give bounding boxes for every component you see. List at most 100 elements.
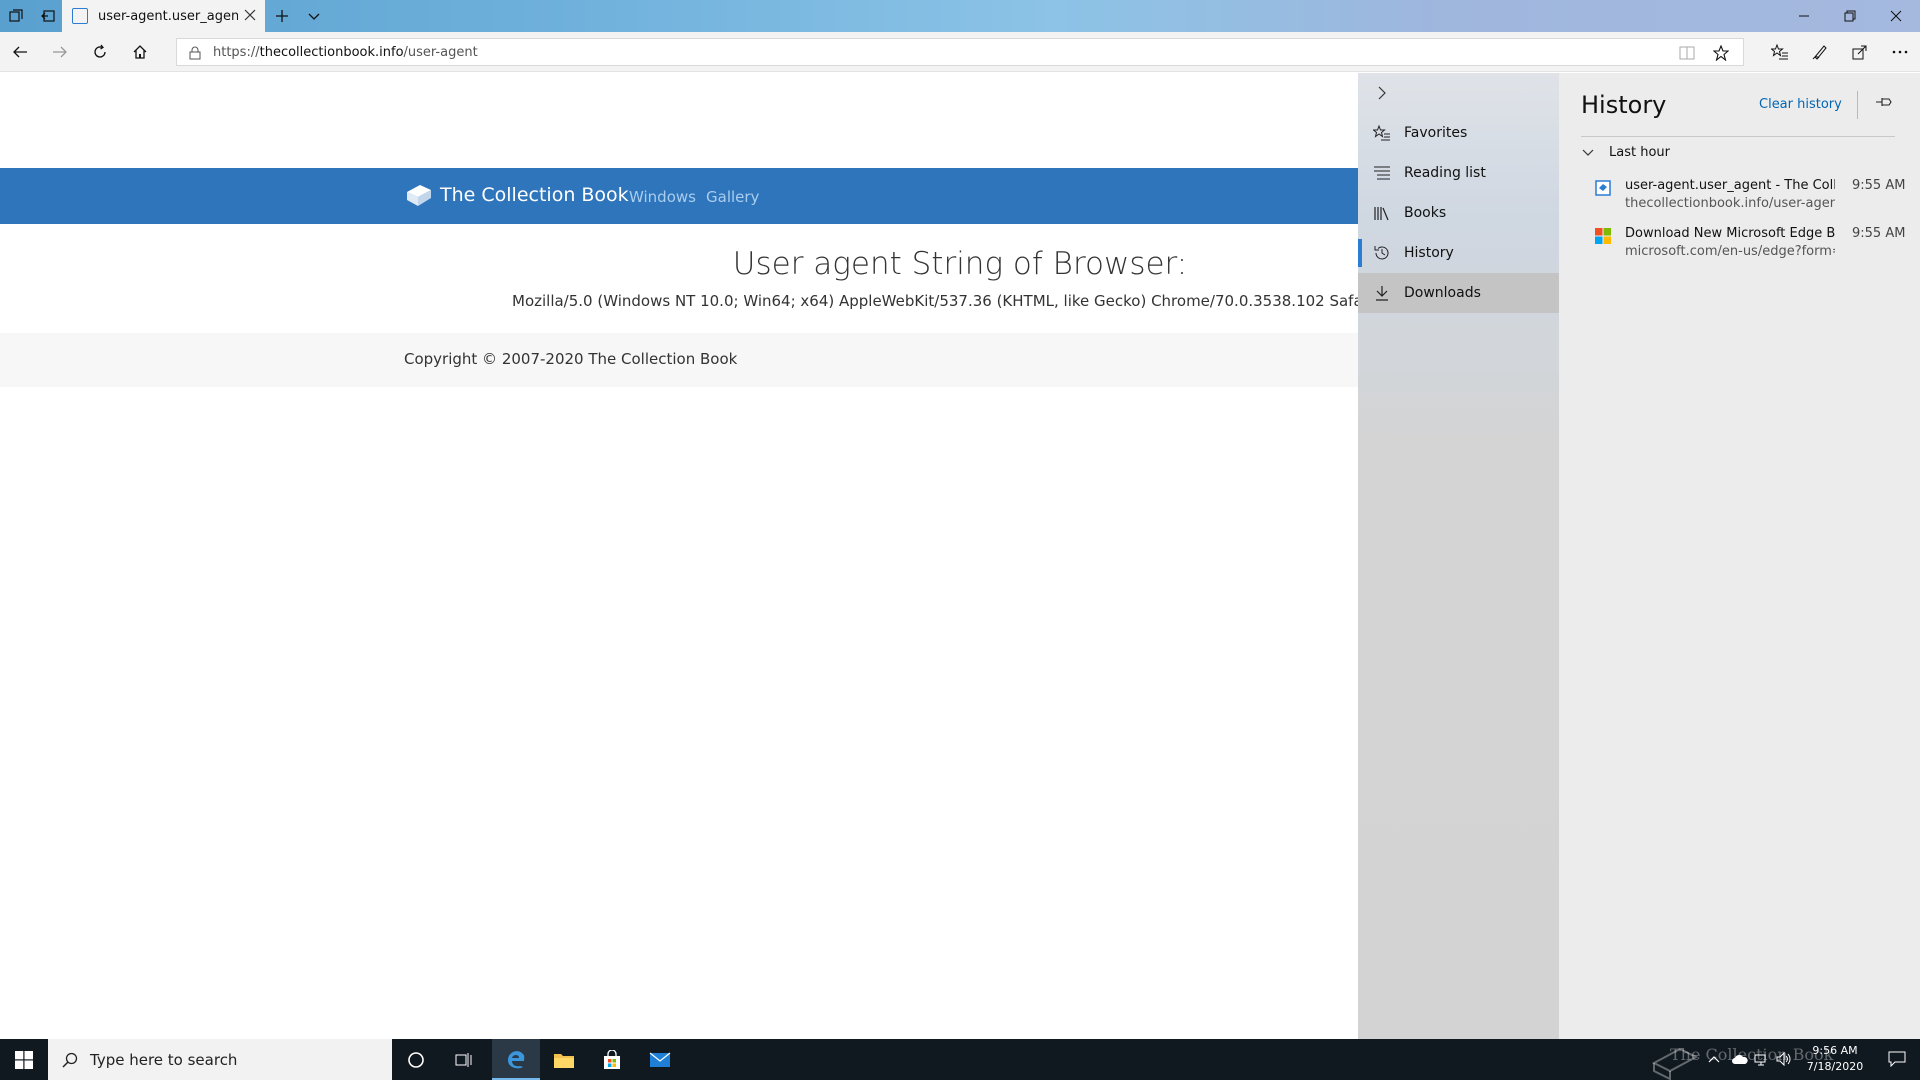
watermark-book-icon <box>1651 1047 1699 1081</box>
hub-item-reading-list[interactable]: Reading list <box>1358 153 1559 193</box>
url-text: https://thecollectionbook.info/user-agen… <box>213 44 478 60</box>
address-bar[interactable]: https://thecollectionbook.info/user-agen… <box>176 38 1744 66</box>
history-group-label: Last hour <box>1609 145 1670 160</box>
taskbar-clock[interactable]: 9:56 AM 7/18/2020 <box>1800 1043 1870 1075</box>
edge-logo-icon <box>508 1050 525 1068</box>
add-notes-pen-icon[interactable] <box>1808 40 1832 64</box>
nav-link-windows[interactable]: Windows <box>629 188 696 206</box>
history-entry-url: thecollectionbook.info/user-agent <box>1625 196 1835 211</box>
history-title: History <box>1581 91 1667 119</box>
network-icon[interactable] <box>1754 1052 1770 1066</box>
page-favicon-icon <box>72 8 88 24</box>
reading-view-icon[interactable] <box>1679 46 1695 60</box>
taskbar-edge-app[interactable] <box>492 1039 540 1080</box>
taskbar-mail-app[interactable] <box>636 1039 684 1080</box>
history-entry-title: Download New Microsoft Edge Brow <box>1625 226 1835 241</box>
mail-icon <box>649 1052 671 1067</box>
title-bar: user-agent.user_agent - <box>0 0 1920 32</box>
cortana-button[interactable] <box>392 1039 440 1080</box>
history-panel: History Clear history Last hour user-age… <box>1559 73 1920 1039</box>
hub-navigation: Favorites Reading list Books History Dow… <box>1358 73 1559 1039</box>
task-view-icon <box>455 1052 472 1067</box>
forward-button[interactable] <box>48 40 72 64</box>
collection-book-favicon-icon <box>1595 180 1611 196</box>
site-header: The Collection Book Windows Gallery <box>0 168 1358 224</box>
back-button[interactable] <box>8 40 32 64</box>
tab-previews-chevron-icon[interactable] <box>304 6 324 26</box>
history-entry-title: user-agent.user_agent - The Collecti <box>1625 178 1835 193</box>
hub-item-downloads[interactable]: Downloads <box>1358 273 1559 313</box>
hub-item-label: Reading list <box>1404 165 1486 181</box>
hub-item-label: Favorites <box>1404 125 1468 141</box>
favorites-icon <box>1372 123 1392 143</box>
tab-title: user-agent.user_agent - <box>98 8 238 24</box>
history-entry[interactable]: user-agent.user_agent - The Collecti the… <box>1581 176 1905 220</box>
volume-icon[interactable] <box>1776 1052 1792 1066</box>
favorites-hub-icon[interactable] <box>1768 40 1792 64</box>
refresh-button[interactable] <box>88 40 112 64</box>
home-button[interactable] <box>128 40 152 64</box>
minimize-button[interactable] <box>1781 0 1827 32</box>
restore-button[interactable] <box>1827 0 1873 32</box>
history-icon <box>1372 243 1392 263</box>
share-icon[interactable] <box>1848 40 1872 64</box>
collapse-group-chevron-icon <box>1582 149 1594 156</box>
history-entry[interactable]: Download New Microsoft Edge Brow microso… <box>1581 224 1905 268</box>
set-aside-tabs-icon[interactable] <box>38 6 58 26</box>
taskbar-search-box[interactable]: Type here to search <box>48 1039 392 1080</box>
system-tray: The Collection Book 9:56 AM 7/18/2020 <box>1650 1039 1920 1081</box>
task-view-button[interactable] <box>440 1039 488 1080</box>
show-hidden-icons-chevron-icon[interactable] <box>1708 1054 1720 1064</box>
search-icon <box>62 1052 78 1068</box>
web-page: The Collection Book Windows Gallery User… <box>0 73 1358 1039</box>
clock-time: 9:56 AM <box>1812 1044 1858 1057</box>
history-entry-time: 9:55 AM <box>1852 226 1906 241</box>
windows-logo-icon <box>15 1050 33 1069</box>
collapse-hub-chevron-icon[interactable] <box>1374 85 1394 105</box>
hub-item-books[interactable]: Books <box>1358 193 1559 233</box>
reading-list-icon <box>1372 163 1392 183</box>
taskbar: Type here to search The Collection Book … <box>0 1039 1920 1081</box>
history-entry-url: microsoft.com/en-us/edge?form=M/ <box>1625 244 1835 259</box>
action-center-icon[interactable] <box>1888 1051 1906 1067</box>
brand-name: The Collection Book <box>440 184 629 206</box>
hub-item-label: History <box>1404 245 1454 261</box>
site-brand-link[interactable]: The Collection Book <box>404 182 629 208</box>
history-entry-time: 9:55 AM <box>1852 178 1906 193</box>
user-agent-string: Mozilla/5.0 (Windows NT 10.0; Win64; x64… <box>512 292 1358 310</box>
tab-manager-icon[interactable] <box>6 6 26 26</box>
microsoft-logo-icon <box>1595 228 1611 244</box>
clear-history-link[interactable]: Clear history <box>1759 97 1842 112</box>
downloads-icon <box>1372 283 1392 303</box>
page-heading: User agent String of Browser: <box>732 246 1188 282</box>
nav-link-gallery[interactable]: Gallery <box>706 188 759 206</box>
copyright-text: Copyright © 2007-2020 The Collection Boo… <box>404 350 738 368</box>
cortana-circle-icon <box>408 1051 424 1068</box>
lock-icon <box>189 46 201 60</box>
hub-item-label: Downloads <box>1404 285 1481 301</box>
navigation-bar: https://thecollectionbook.info/user-agen… <box>0 32 1920 72</box>
close-window-button[interactable] <box>1873 0 1919 32</box>
store-bag-icon <box>604 1049 620 1069</box>
clock-date: 7/18/2020 <box>1806 1060 1864 1073</box>
taskbar-store-app[interactable] <box>588 1039 636 1080</box>
pin-panel-icon[interactable] <box>1875 95 1895 115</box>
books-icon <box>1372 203 1392 223</box>
add-favorite-star-icon[interactable] <box>1713 45 1729 61</box>
search-placeholder: Type here to search <box>90 1050 238 1069</box>
new-tab-icon[interactable] <box>272 6 292 26</box>
hub-item-label: Books <box>1404 205 1447 221</box>
folder-icon <box>554 1053 574 1068</box>
close-tab-icon[interactable] <box>243 8 257 22</box>
hub-item-history[interactable]: History <box>1358 233 1559 273</box>
site-footer: Copyright © 2007-2020 The Collection Boo… <box>0 333 1358 387</box>
tab-active[interactable]: user-agent.user_agent - <box>62 0 265 32</box>
history-group-header[interactable]: Last hour <box>1581 145 1670 160</box>
start-button[interactable] <box>0 1039 48 1080</box>
hub-item-favorites[interactable]: Favorites <box>1358 113 1559 153</box>
panel-divider <box>1857 91 1858 119</box>
more-options-icon[interactable] <box>1888 40 1912 64</box>
onedrive-cloud-icon[interactable] <box>1732 1053 1748 1065</box>
book-logo-icon <box>407 185 431 206</box>
taskbar-file-explorer-app[interactable] <box>540 1039 588 1080</box>
